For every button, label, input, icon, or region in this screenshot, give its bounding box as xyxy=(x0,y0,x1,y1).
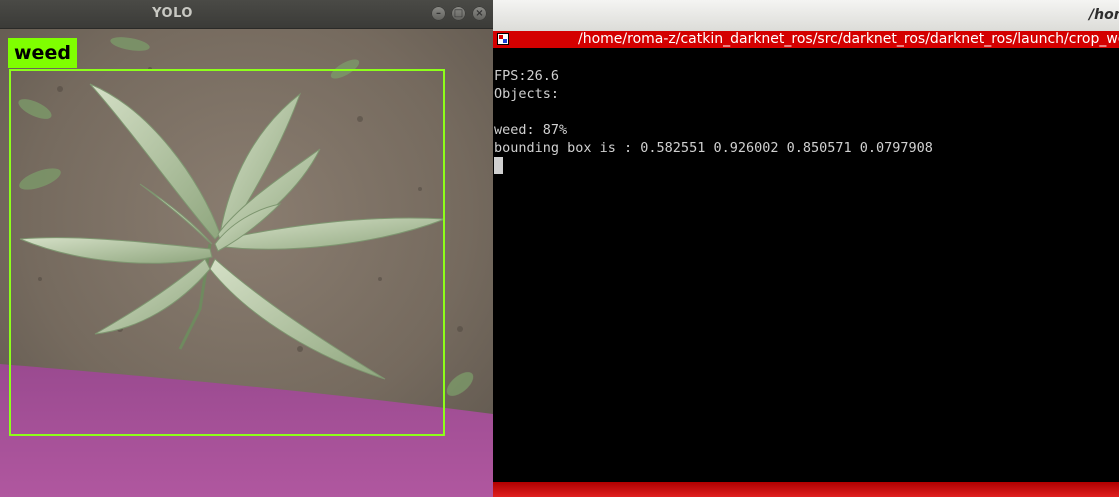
fps-line: FPS:26.6 xyxy=(494,68,560,84)
detection-bounding-box xyxy=(9,69,445,436)
yolo-titlebar[interactable]: YOLO – □ × xyxy=(0,0,493,29)
objects-line: Objects: xyxy=(494,86,560,102)
minimize-icon: – xyxy=(436,8,441,19)
terminal-icon xyxy=(497,33,509,45)
terminal-cursor xyxy=(494,157,503,174)
detection-line: weed: 87% xyxy=(494,122,568,138)
detection-label: weed xyxy=(8,38,77,68)
yolo-window: YOLO – □ × weed xyxy=(0,0,493,497)
terminal-output[interactable]: FPS:26.6 Objects: weed: 87% bounding box… xyxy=(493,48,1119,482)
camera-view: weed xyxy=(0,29,493,497)
bounding-box-line: bounding box is : 0.582551 0.926002 0.85… xyxy=(494,140,933,156)
window-title: YOLO xyxy=(152,6,193,21)
terminal-window: /hom /home/roma-z/catkin_darknet_ros/src… xyxy=(493,0,1119,497)
terminal-tab-title: /home/roma-z/catkin_darknet_ros/src/dark… xyxy=(578,31,1119,47)
close-icon: × xyxy=(475,8,484,19)
terminal-bottom-bar xyxy=(493,482,1119,497)
maximize-icon: □ xyxy=(453,8,464,19)
terminal-titlebar[interactable]: /hom xyxy=(493,0,1119,31)
close-button[interactable]: × xyxy=(472,6,487,21)
terminal-title: /hom xyxy=(1089,7,1119,23)
maximize-button[interactable]: □ xyxy=(451,6,466,21)
minimize-button[interactable]: – xyxy=(431,6,446,21)
terminal-tab[interactable]: /home/roma-z/catkin_darknet_ros/src/dark… xyxy=(493,31,1119,48)
